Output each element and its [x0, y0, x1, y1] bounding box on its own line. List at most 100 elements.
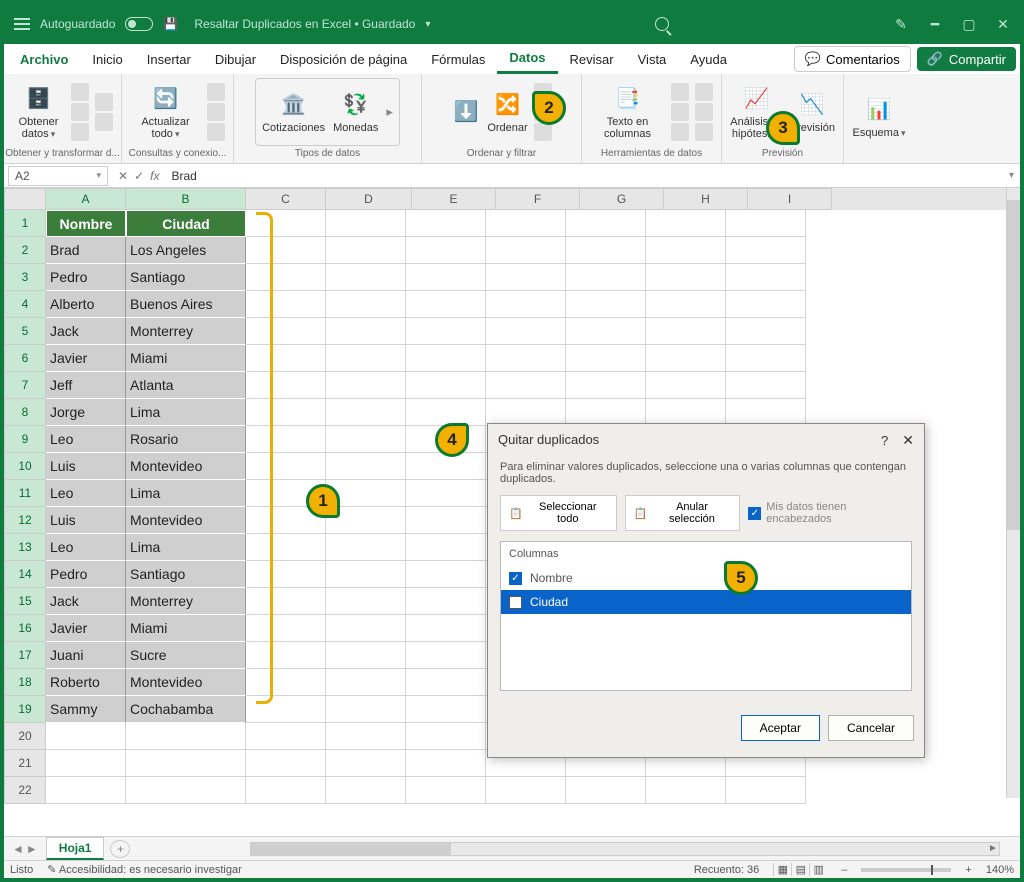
tab-vista[interactable]: Vista — [626, 46, 679, 73]
tab-ayuda[interactable]: Ayuda — [678, 46, 739, 73]
ribbon-small-button[interactable] — [534, 123, 552, 141]
ribbon-small-button[interactable] — [207, 103, 225, 121]
ribbon-small-button[interactable] — [695, 83, 713, 101]
help-icon[interactable]: ? — [881, 433, 888, 448]
prev-sheet-icon[interactable]: ◄ — [12, 842, 24, 856]
unselect-all-button[interactable]: 📋 Anular selección — [625, 495, 741, 531]
tab-layout[interactable]: Disposición de página — [268, 46, 419, 73]
status-bar: Listo ✎ Accesibilidad: es necesario inve… — [4, 860, 1020, 878]
app-menu-icon[interactable] — [14, 18, 30, 30]
callout-5: 5 — [724, 561, 758, 595]
fx-icon[interactable]: fx — [150, 169, 159, 183]
tab-dibujar[interactable]: Dibujar — [203, 46, 268, 73]
callout-3: 3 — [766, 111, 800, 145]
remove-duplicates-button[interactable] — [671, 103, 689, 121]
vertical-scrollbar[interactable] — [1006, 188, 1020, 798]
columns-label: Columnas — [501, 542, 911, 566]
text-to-columns-button[interactable]: 📑Texto en columnas — [590, 84, 665, 140]
tab-insertar[interactable]: Insertar — [135, 46, 203, 73]
currency-button[interactable]: 💱Monedas — [333, 90, 378, 134]
tab-inicio[interactable]: Inicio — [80, 46, 134, 73]
minimize-icon[interactable]: ━ — [928, 17, 942, 31]
ribbon-small-button[interactable] — [671, 123, 689, 141]
zoom-slider[interactable] — [861, 868, 951, 872]
ribbon-small-button[interactable] — [71, 103, 89, 121]
name-box[interactable]: A2▾ — [8, 166, 108, 186]
cancel-button[interactable]: Cancelar — [828, 715, 914, 741]
col-header[interactable]: F — [496, 188, 580, 210]
comments-button[interactable]: 💬 Comentarios — [794, 46, 911, 72]
view-buttons[interactable]: ▦▤▥ — [773, 863, 827, 876]
callout-1: 1 — [306, 484, 340, 518]
pencil-icon[interactable]: ✎ — [894, 17, 908, 31]
close-icon[interactable]: ✕ — [996, 17, 1010, 31]
ribbon-small-button[interactable] — [95, 113, 113, 131]
ribbon-group-label: Ordenar y filtrar — [467, 146, 536, 161]
share-button[interactable]: 🔗 Compartir — [917, 47, 1016, 71]
ribbon-small-button[interactable] — [671, 83, 689, 101]
sort-button[interactable]: 🔀Ordenar — [487, 90, 527, 134]
formula-input[interactable]: Brad — [165, 169, 1003, 183]
tab-revisar[interactable]: Revisar — [558, 46, 626, 73]
ribbon-small-button[interactable] — [207, 83, 225, 101]
col-header[interactable]: E — [412, 188, 496, 210]
col-header[interactable]: I — [748, 188, 832, 210]
expand-fb-icon[interactable]: ▾ — [1003, 170, 1020, 181]
add-sheet-icon[interactable]: + — [110, 840, 130, 858]
ribbon-small-button[interactable] — [695, 123, 713, 141]
maximize-icon[interactable]: ▢ — [962, 17, 976, 31]
tab-datos[interactable]: Datos — [497, 44, 557, 74]
col-header[interactable]: G — [580, 188, 664, 210]
status-count: Recuento: 36 — [694, 864, 759, 876]
get-data-button[interactable]: 🗄️Obtener datos — [12, 84, 65, 140]
headers-checkbox[interactable]: Mis datos tienen encabezados — [748, 501, 912, 525]
enter-formula-icon[interactable]: ✓ — [134, 169, 144, 183]
dialog-description: Para eliminar valores duplicados, selecc… — [500, 461, 912, 485]
column-item-nombre[interactable]: Nombre — [501, 566, 911, 590]
horizontal-scrollbar[interactable]: ◄► — [250, 842, 1000, 856]
stocks-button[interactable]: 🏛️Cotizaciones — [262, 90, 325, 134]
refresh-all-button[interactable]: 🔄Actualizar todo — [130, 84, 201, 140]
zoom-in-icon[interactable]: + — [965, 864, 971, 876]
select-all-button[interactable]: 📋 Seleccionar todo — [500, 495, 617, 531]
callout-2: 2 — [532, 91, 566, 125]
save-icon[interactable]: 💾 — [163, 17, 178, 31]
col-header[interactable]: B — [126, 188, 246, 210]
column-item-ciudad[interactable]: Ciudad — [501, 590, 911, 614]
tab-formulas[interactable]: Fórmulas — [419, 46, 497, 73]
selection-bracket — [256, 210, 274, 700]
ribbon-group-label: Previsión — [762, 146, 803, 161]
search-icon[interactable] — [655, 17, 669, 31]
status-ready: Listo — [10, 864, 33, 876]
autosave-toggle[interactable] — [125, 17, 153, 31]
ribbon-small-button[interactable] — [71, 123, 89, 141]
ribbon-tabs: Archivo Inicio Insertar Dibujar Disposic… — [4, 44, 1020, 74]
ribbon-small-button[interactable] — [71, 83, 89, 101]
next-sheet-icon[interactable]: ► — [26, 842, 38, 856]
ribbon-group-label: Herramientas de datos — [601, 146, 702, 161]
tab-archivo[interactable]: Archivo — [8, 46, 80, 73]
remove-duplicates-dialog: Quitar duplicados ?✕ Para eliminar valor… — [487, 423, 925, 758]
ribbon-group-label: Tipos de datos — [295, 146, 360, 161]
dialog-close-icon[interactable]: ✕ — [902, 432, 914, 448]
sheet-bar: ◄► Hoja1 + ◄► — [4, 836, 1020, 860]
col-header[interactable]: A — [46, 188, 126, 210]
formula-bar: A2▾ ✕ ✓ fx Brad ▾ — [4, 164, 1020, 188]
col-header[interactable]: H — [664, 188, 748, 210]
sheet-tab[interactable]: Hoja1 — [46, 837, 105, 860]
ribbon-small-button[interactable] — [695, 103, 713, 121]
ribbon-small-button[interactable] — [207, 123, 225, 141]
col-header[interactable]: D — [326, 188, 412, 210]
col-header[interactable]: C — [246, 188, 326, 210]
outline-button[interactable]: 📊Esquema — [852, 95, 905, 139]
ok-button[interactable]: Aceptar — [741, 715, 820, 741]
window-title: Resaltar Duplicados en Excel • Guardado — [194, 17, 415, 31]
cancel-formula-icon[interactable]: ✕ — [118, 169, 128, 183]
title-bar: Autoguardado 💾 Resaltar Duplicados en Ex… — [4, 4, 1020, 44]
ribbon-group-label: Obtener y transformar d... — [5, 146, 120, 161]
zoom-out-icon[interactable]: – — [841, 864, 847, 876]
sort-az-button[interactable]: ⬇️ — [451, 97, 481, 127]
ribbon-small-button[interactable] — [95, 93, 113, 111]
select-all-cell[interactable] — [4, 188, 46, 210]
status-accessibility[interactable]: ✎ Accesibilidad: es necesario investigar — [47, 863, 242, 876]
